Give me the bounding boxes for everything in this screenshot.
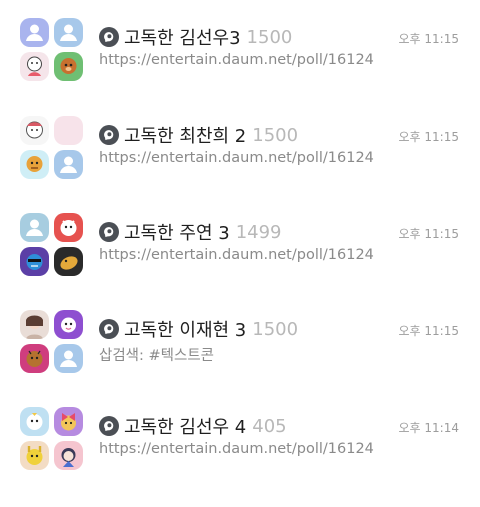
- chat-name: 고독한 최찬희 2: [124, 126, 247, 147]
- default-profile-icon: [54, 18, 83, 47]
- openchat-icon: [99, 27, 119, 47]
- sticker-character-icon: [20, 344, 49, 373]
- member-count: 1500: [252, 124, 299, 146]
- chat-name: 고독한 주연 3: [124, 223, 230, 244]
- chat-name: 고독한 김선우3: [124, 28, 241, 49]
- sticker-character-icon: [54, 310, 83, 339]
- group-avatar[interactable]: [20, 116, 84, 180]
- member-count: 1500: [246, 26, 293, 48]
- timestamp: 오후 11:15: [398, 227, 459, 241]
- sticker-character-icon: [20, 441, 49, 470]
- sticker-character-icon: [54, 441, 83, 470]
- sticker-character-icon: [20, 116, 49, 145]
- timestamp: 오후 11:15: [398, 324, 459, 338]
- member-count: 405: [252, 415, 287, 437]
- group-avatar[interactable]: [20, 213, 84, 277]
- chat-row[interactable]: 고독한 최찬희 2 1500 오후 11:15 https://entertai…: [0, 116, 480, 216]
- timestamp: 오후 11:15: [398, 32, 459, 46]
- member-count: 1499: [235, 221, 282, 243]
- openchat-icon: [99, 319, 119, 339]
- default-profile-icon: [54, 344, 83, 373]
- chat-row[interactable]: 고독한 김선우3 1500 오후 11:15 https://entertain…: [0, 18, 480, 118]
- default-profile-icon: [54, 150, 83, 179]
- chat-list: 고독한 김선우3 1500 오후 11:15 https://entertain…: [0, 0, 480, 495]
- chat-row[interactable]: 고독한 김선우 4 405 오후 11:14 https://entertain…: [0, 407, 480, 507]
- timestamp: 오후 11:14: [398, 421, 459, 435]
- chat-row[interactable]: 고독한 이재현 3 1500 오후 11:15 삽검색: #텍스트콘: [0, 310, 480, 410]
- blank-profile-icon: [54, 116, 83, 145]
- sticker-character-icon: [20, 407, 49, 436]
- default-profile-icon: [20, 18, 49, 47]
- sticker-character-icon: [20, 52, 49, 81]
- chat-row[interactable]: 고독한 주연 3 1499 오후 11:15 https://entertain…: [0, 213, 480, 313]
- group-avatar[interactable]: [20, 18, 84, 82]
- chat-name: 고독한 이재현 3: [124, 320, 247, 341]
- sticker-character-icon: [20, 150, 49, 179]
- openchat-icon: [99, 416, 119, 436]
- timestamp: 오후 11:15: [398, 130, 459, 144]
- sticker-character-icon: [54, 213, 83, 242]
- sticker-character-icon: [20, 247, 49, 276]
- last-message-preview: https://entertain.daum.net/poll/16124: [99, 247, 374, 263]
- last-message-preview: https://entertain.daum.net/poll/16124: [99, 150, 374, 166]
- last-message-preview: https://entertain.daum.net/poll/16124: [99, 441, 374, 457]
- last-message-preview: 삽검색: #텍스트콘: [99, 348, 215, 364]
- last-message-preview: https://entertain.daum.net/poll/16124: [99, 52, 374, 68]
- photo-profile-icon: [20, 310, 49, 339]
- default-profile-icon: [20, 213, 49, 242]
- chat-name: 고독한 김선우 4: [124, 417, 247, 438]
- sticker-character-icon: [54, 407, 83, 436]
- group-avatar[interactable]: [20, 310, 84, 374]
- sticker-character-icon: [54, 52, 83, 81]
- openchat-icon: [99, 125, 119, 145]
- member-count: 1500: [252, 318, 299, 340]
- openchat-icon: [99, 222, 119, 242]
- sticker-character-icon: [54, 247, 83, 276]
- group-avatar[interactable]: [20, 407, 84, 471]
